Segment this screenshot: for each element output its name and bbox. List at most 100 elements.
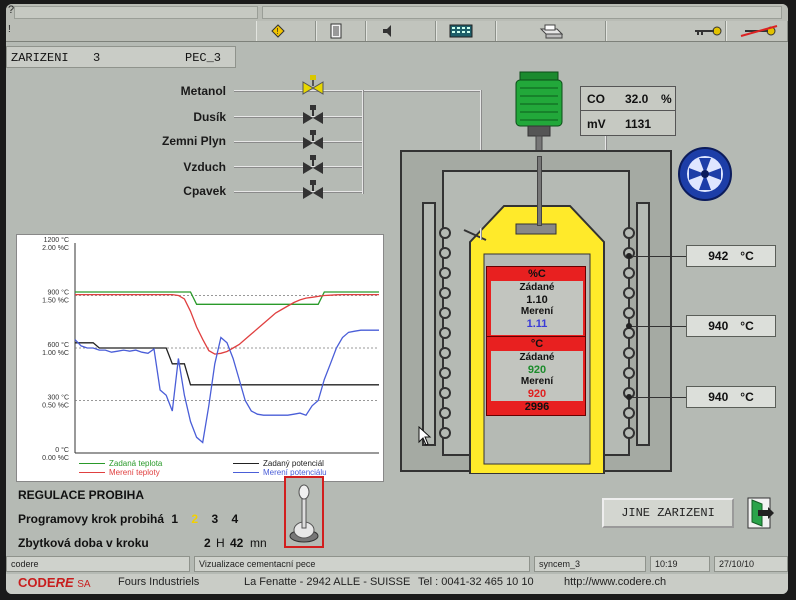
device-name: PEC_3 [185, 51, 222, 65]
heating-coil [439, 407, 451, 419]
gas-label-metanol: Metanol [180, 84, 226, 98]
toolbar-button-calculator[interactable] [436, 21, 496, 41]
footer-brand: CODERE SA [18, 575, 91, 590]
chart-tick-temp: 300 °C [48, 394, 69, 402]
legend-set-pot-label: Zadaný potenciál [263, 459, 324, 468]
exit-door-icon [330, 23, 342, 39]
zone-3-value: 940 [708, 390, 729, 404]
toolbar-button-print[interactable] [496, 21, 606, 41]
heating-coil [623, 287, 635, 299]
heating-coil [623, 367, 635, 379]
carbon-readout: Zádané 1.10 Merení 1.11 [491, 281, 583, 335]
stirrer-motor[interactable] [514, 70, 564, 158]
footer: CODERE SA Fours Industriels La Fenatte -… [6, 574, 788, 594]
pipe-cpavek [234, 191, 364, 193]
footer-brand-a: CODE [18, 575, 56, 590]
valve-metanol[interactable] [300, 74, 326, 96]
program-step-row: Programovy krok probihá 1 2 3 4 [18, 512, 238, 526]
chart-tick-temp: 1200 °C [44, 236, 69, 244]
heating-coil [623, 307, 635, 319]
pipe-dusik [234, 116, 364, 118]
remaining-h-unit: H [216, 536, 225, 550]
temp-set-label: Zádané [519, 352, 555, 363]
footer-phone: Tel : 0041-32 465 10 10 [418, 576, 534, 588]
valve-vzduch[interactable] [300, 154, 326, 176]
step-1: 1 [171, 512, 179, 526]
zone-dot-2 [626, 323, 632, 329]
heating-coil [623, 427, 635, 439]
status-screen-title: Vizualizace cementacní pece [194, 556, 530, 572]
analyzer-box: CO 32.0 % mV 1131 [580, 86, 676, 136]
step-4: 4 [231, 512, 239, 526]
circulation-fan[interactable] [674, 146, 736, 202]
remaining-label: Zbytková doba v kroku [18, 536, 149, 550]
temp-header: °C [530, 338, 544, 350]
zone-1-value: 942 [708, 249, 729, 263]
zone-1-unit: °C [740, 249, 754, 263]
stirrer-shaft [537, 156, 542, 226]
warning-icon[interactable]: ! [8, 24, 11, 35]
series-meas-potential [74, 329, 379, 444]
temp-meas-value: 920 [527, 388, 547, 400]
heating-coil [623, 227, 635, 239]
printer-icon [539, 24, 564, 39]
toolbar: ? ! ! [6, 4, 788, 42]
heating-coil [439, 287, 451, 299]
heating-coil [439, 347, 451, 359]
zone-dot-3 [626, 394, 632, 400]
carbon-header: %C [528, 268, 546, 280]
series-meas-temp [75, 293, 379, 355]
zone-2-unit: °C [740, 319, 754, 333]
footer-address: La Fenatte - 2942 ALLE - SUISSE [244, 576, 411, 588]
carbon-panel: %C Zádané 1.10 Merení 1.11 [486, 266, 586, 338]
calculator-icon [449, 24, 473, 38]
valve-dusik[interactable] [300, 104, 326, 126]
chart-tick-potential: 0.50 %C [42, 403, 69, 410]
heating-coil [623, 347, 635, 359]
remaining-minutes: 42 [230, 536, 244, 550]
valve-zemni-plyn[interactable] [300, 129, 326, 151]
zone-link-1 [629, 256, 687, 257]
regulation-status: REGULACE PROBIHA [18, 488, 145, 502]
trend-chart[interactable]: 1200 °C 2.00 %C 900 °C 1.50 %C 600 °C 1.00 %C… [16, 234, 384, 482]
lever-icon [289, 484, 319, 543]
manual-lever-switch[interactable] [284, 476, 324, 548]
temp-extra-value: 2996 [524, 401, 550, 413]
toolbar-button-login[interactable] [606, 21, 726, 41]
pipe-zemni-plyn [234, 141, 364, 143]
status-date: 27/10/10 [714, 556, 788, 572]
valve-cpavek[interactable] [300, 179, 326, 201]
trend-chart-svg: 1200 °C2.00 %C 900 °C1.50 %C 600 °C1.00 %C… [42, 236, 379, 462]
toolbar-button-sound[interactable] [366, 21, 436, 41]
co-value: 32.0 [625, 92, 649, 106]
temp-panel: °C Zádané 920 Merení 920 2996 [486, 336, 586, 416]
heating-coil [439, 367, 451, 379]
chart-tick-potential: 2.00 %C [42, 245, 69, 252]
status-station: syncem_3 [534, 556, 646, 572]
remaining-hours: 2 [204, 536, 211, 550]
chart-legend: Zadaná teplota Merení teploty Zadaný pot… [75, 457, 381, 479]
zone-3-unit: °C [740, 390, 754, 404]
toolbar-button-warning[interactable]: ! [256, 21, 316, 41]
zone-temp-1: 942 °C [686, 245, 776, 267]
exit-door-icon[interactable] [742, 496, 776, 530]
heating-coil [439, 427, 451, 439]
toolbar-button-exit[interactable] [316, 21, 366, 41]
key-icon [695, 26, 722, 36]
speaker-icon [383, 25, 391, 37]
carbon-meas-value: 1.11 [526, 318, 548, 330]
chart-tick-potential: 1.50 %C [42, 298, 69, 305]
device-label: ZARIZENI [11, 51, 69, 65]
footer-url[interactable]: http://www.codere.ch [564, 576, 666, 588]
hmi-screen: ? ! ! ZARIZENI 3 PEC_3 Metanol Dusík Zem… [6, 4, 788, 594]
other-device-button[interactable]: JINE ZARIZENI [602, 498, 734, 528]
heating-coil [623, 267, 635, 279]
mv-value: 1131 [625, 117, 652, 131]
help-icon[interactable]: ? [8, 4, 14, 16]
legend-set-pot: Zadaný potenciál [233, 459, 324, 468]
legend-set-temp-label: Zadaná teplota [109, 459, 163, 468]
retort-inlet [480, 228, 482, 240]
furnace-right-wall [636, 202, 650, 446]
legend-set-temp: Zadaná teplota [79, 459, 162, 468]
toolbar-button-logout[interactable] [726, 21, 788, 41]
